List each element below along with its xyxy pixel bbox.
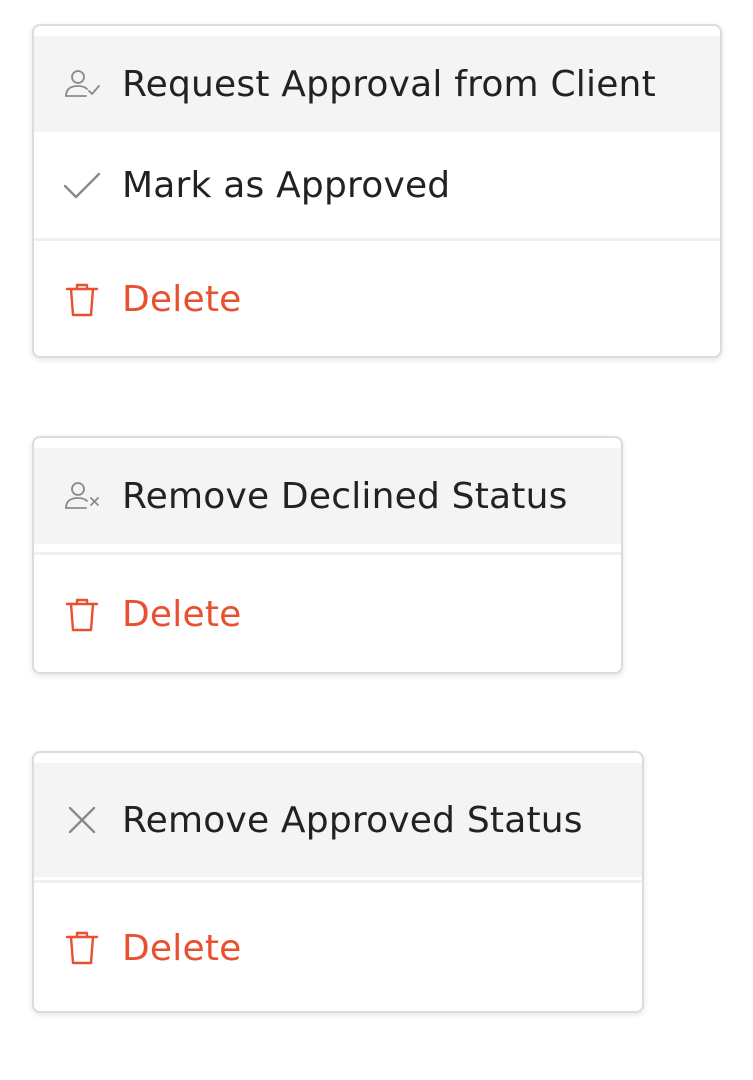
item-label: Delete — [122, 927, 242, 969]
delete-item[interactable]: Delete — [34, 555, 621, 672]
close-icon — [62, 800, 102, 840]
remove-declined-status-item[interactable]: Remove Declined Status — [34, 448, 621, 544]
checkmark-icon — [62, 165, 102, 205]
context-menu-pending: Request Approval from Client Mark as App… — [32, 24, 722, 358]
context-menu-approved: Remove Approved Status Delete — [32, 751, 644, 1013]
request-approval-from-client-item[interactable]: Request Approval from Client — [34, 36, 720, 132]
item-label: Remove Declined Status — [122, 475, 568, 517]
context-menu-declined: Remove Declined Status Delete — [32, 436, 623, 674]
remove-approved-status-item[interactable]: Remove Approved Status — [34, 763, 642, 877]
item-label: Delete — [122, 279, 242, 320]
item-label: Request Approval from Client — [122, 63, 656, 105]
delete-item[interactable]: Delete — [34, 883, 642, 1011]
delete-item[interactable]: Delete — [34, 241, 720, 356]
item-label: Delete — [122, 594, 242, 635]
trash-icon — [62, 280, 102, 320]
user-check-icon — [62, 64, 102, 104]
trash-icon — [62, 928, 102, 968]
item-label: Remove Approved Status — [122, 799, 583, 841]
item-label: Mark as Approved — [122, 164, 451, 206]
mark-as-approved-item[interactable]: Mark as Approved — [34, 132, 720, 238]
trash-icon — [62, 595, 102, 635]
user-x-icon — [62, 476, 102, 516]
